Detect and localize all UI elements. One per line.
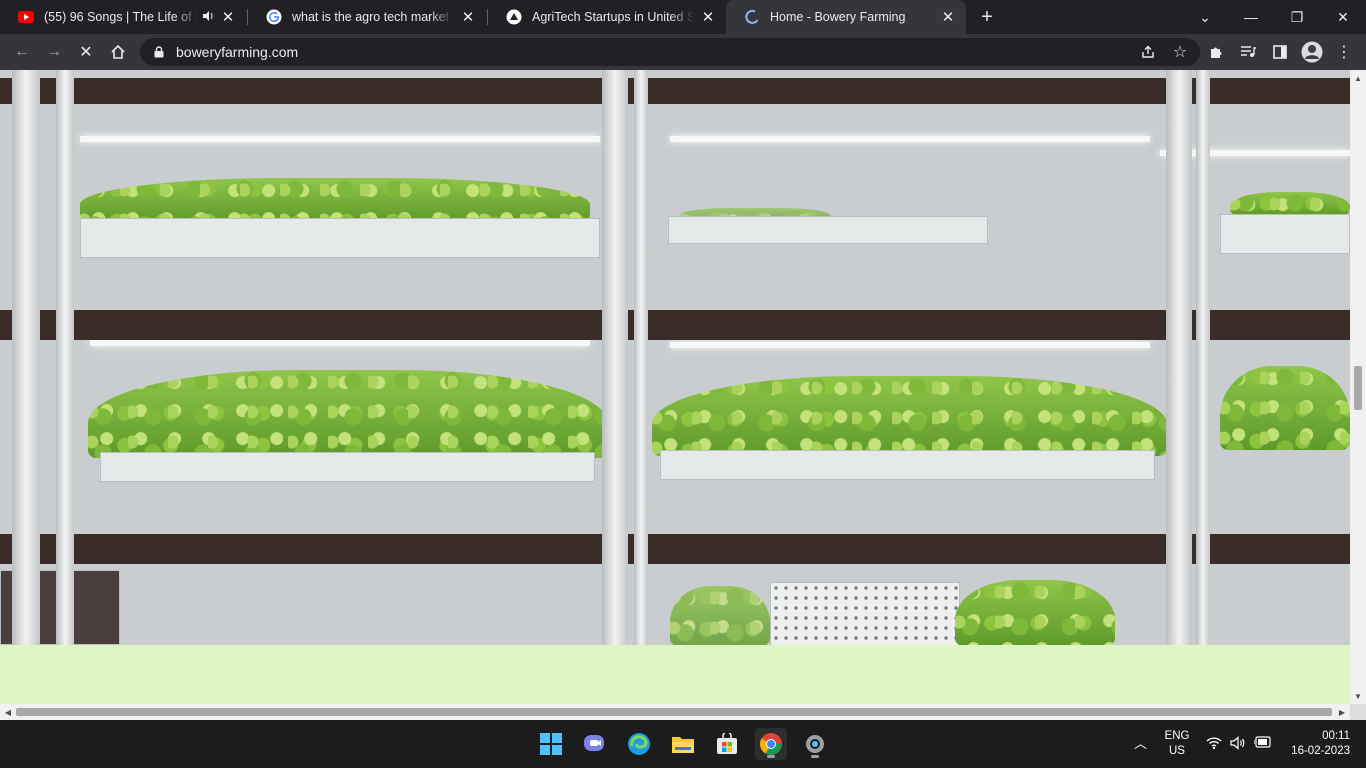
tab-title: what is the agro tech market in india [292,10,454,24]
scroll-left-arrow-icon[interactable]: ◀ [0,704,16,720]
windows-taskbar: ︿ ENG US 00:11 16-02-2023 [0,720,1366,768]
close-tab-icon[interactable]: ✕ [700,9,716,26]
clock-time: 00:11 [1322,730,1350,742]
address-bar[interactable]: boweryfarming.com ☆ [140,38,1200,66]
chrome-icon[interactable] [755,728,787,760]
plant-tray [955,580,1115,645]
minimize-button[interactable]: — [1228,0,1274,34]
profile-avatar-icon[interactable] [1300,40,1324,64]
plant-tray [652,376,1167,456]
support-pole [1166,70,1192,645]
page-viewport [0,70,1350,704]
plant-tray [1230,192,1350,216]
tray [80,218,600,258]
language-indicator[interactable]: ENG US [1160,729,1194,759]
plant-tray [1220,366,1350,450]
plant-tray [670,586,770,645]
vertical-scrollbar[interactable]: ▲ ▼ [1350,70,1366,704]
shelf-frame [0,78,1350,104]
side-panel-icon[interactable] [1268,40,1292,64]
scroll-down-arrow-icon[interactable]: ▼ [1350,688,1366,704]
grow-light [670,136,1150,142]
new-tab-button[interactable]: + [976,6,998,28]
file-explorer-icon[interactable] [667,728,699,760]
close-tab-icon[interactable]: ✕ [940,9,956,26]
support-pole [1196,70,1210,645]
extensions-icon[interactable] [1204,40,1228,64]
tab-search-icon[interactable]: ⌄ [1182,0,1228,34]
running-app-indicator [811,755,819,758]
plant-tray [80,178,590,222]
battery-icon[interactable] [1253,736,1272,753]
show-hidden-icons-chevron-icon[interactable]: ︿ [1134,736,1147,751]
settings-icon[interactable] [799,728,831,760]
support-pole [56,70,74,645]
browser-toolbar: ← → ✕ boweryfarming.com ☆ ⋮ [0,34,1366,70]
content-section [0,645,1350,704]
volume-icon[interactable] [1230,736,1246,755]
hero-image [0,70,1350,645]
region-code: US [1169,745,1185,757]
clock-date: 16-02-2023 [1291,745,1350,757]
google-icon [266,9,282,25]
tab-title: Home - Bowery Farming [770,10,906,24]
tab-agritech-startups[interactable]: AgriTech Startups in United States ✕ [488,0,726,34]
plant-tray [88,370,608,458]
scroll-up-arrow-icon[interactable]: ▲ [1350,70,1366,86]
tray [660,450,1155,480]
shelf-frame [0,310,1350,340]
grow-light [80,136,600,142]
stop-loading-icon[interactable]: ✕ [74,40,98,64]
scroll-right-arrow-icon[interactable]: ▶ [1334,704,1350,720]
windows-start-icon[interactable] [535,728,567,760]
edge-icon[interactable] [623,728,655,760]
youtube-icon [18,9,34,25]
support-pole [12,70,40,645]
menu-kebab-icon[interactable]: ⋮ [1332,40,1356,64]
tab-strip: (55) 96 Songs | The Life of Ram ✕ what i… [0,0,1366,34]
active-app-indicator [767,755,775,758]
wifi-icon[interactable] [1206,736,1222,755]
clock[interactable]: 00:11 16-02-2023 [1282,729,1350,759]
tab-title: (55) 96 Songs | The Life of Ram [44,10,198,24]
loading-icon [744,9,760,25]
site-icon [506,9,522,25]
scrollbar-thumb[interactable] [1354,366,1362,410]
teams-chat-icon[interactable] [579,728,611,760]
tab-title: AgriTech Startups in United States [532,10,694,24]
scrollbar-thumb[interactable] [16,708,1332,716]
home-icon[interactable] [106,40,130,64]
tray [1220,214,1350,254]
restore-button[interactable]: ❐ [1274,0,1320,34]
tray [100,452,595,482]
grow-light [670,342,1150,348]
tray [668,216,988,244]
support-pole [602,70,628,645]
tab-youtube[interactable]: (55) 96 Songs | The Life of Ram ✕ [0,0,246,34]
scrollbar-corner [1350,704,1366,720]
tab-bowery-farming[interactable]: Home - Bowery Farming ✕ [726,0,966,34]
language-code: ENG [1164,730,1190,742]
close-window-button[interactable]: ✕ [1320,0,1366,34]
support-pole [634,70,648,645]
shelf-frame [0,534,1350,564]
lock-icon[interactable] [152,45,166,59]
back-arrow-icon[interactable]: ← [10,40,34,64]
microsoft-store-icon[interactable] [711,728,743,760]
close-tab-icon[interactable]: ✕ [460,9,476,26]
tab-google-search[interactable]: what is the agro tech market in india ✕ [248,0,486,34]
grow-light [90,340,590,346]
horizontal-scrollbar[interactable]: ◀ ▶ [0,704,1350,720]
forward-arrow-icon[interactable]: → [42,40,66,64]
url-text: boweryfarming.com [176,44,299,60]
speaker-icon[interactable] [202,10,214,25]
bookmark-star-icon[interactable]: ☆ [1168,40,1192,64]
seeding-tray [770,582,960,645]
media-controls-icon[interactable] [1236,40,1260,64]
share-icon[interactable] [1136,40,1160,64]
close-tab-icon[interactable]: ✕ [220,9,236,26]
